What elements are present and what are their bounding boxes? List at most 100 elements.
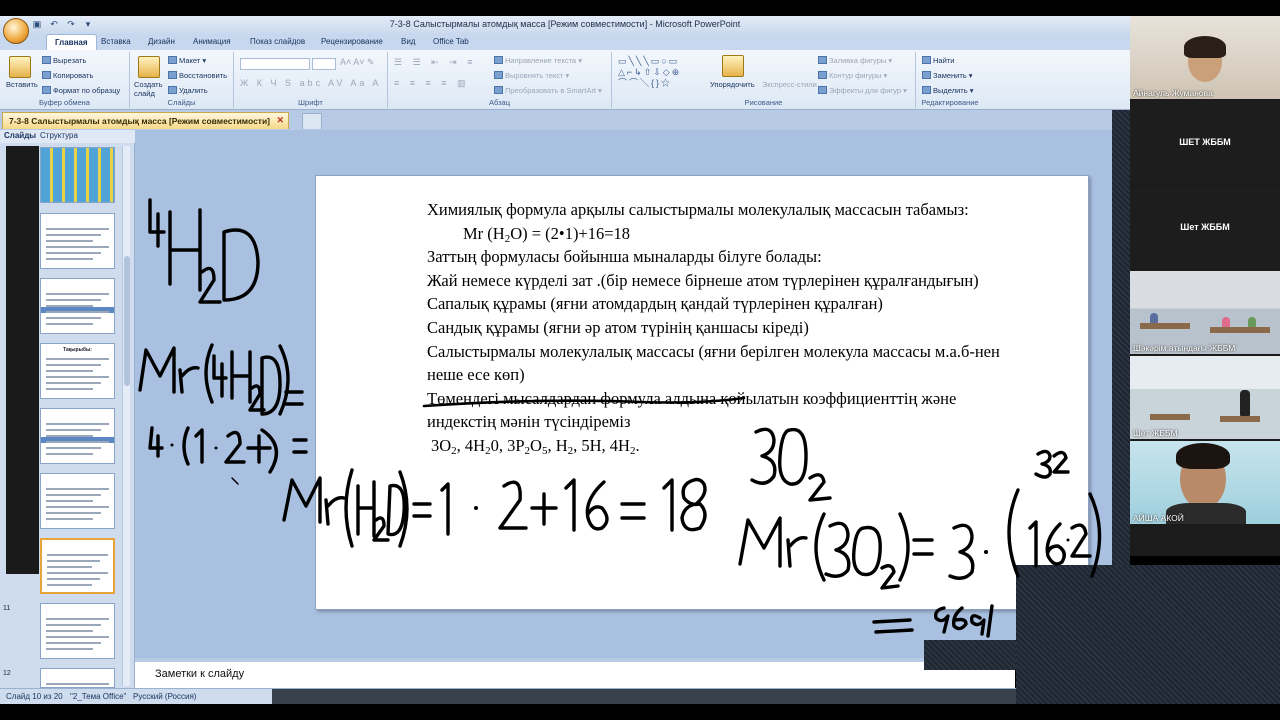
- reset-button[interactable]: Восстановить: [168, 71, 227, 80]
- slide-thumbnail[interactable]: [40, 603, 115, 659]
- example-formula: 4H: [609, 435, 630, 455]
- thumbnail-text-line: [46, 441, 109, 443]
- tab-insert[interactable]: Вставка: [101, 37, 131, 46]
- desk: [1140, 323, 1190, 329]
- new-tab-button[interactable]: [302, 113, 322, 129]
- select-label: Выделить: [933, 86, 968, 95]
- select-button[interactable]: Выделить ▾: [922, 86, 973, 95]
- slide-thumbnail[interactable]: [40, 213, 115, 269]
- copy-button[interactable]: Копировать: [42, 71, 93, 80]
- tab-office-tab[interactable]: Office Tab: [433, 37, 469, 46]
- thumbnail-text-line: [47, 554, 108, 556]
- example-formula: 4H: [464, 435, 486, 455]
- slide-thumbnail[interactable]: [40, 278, 115, 334]
- thumbnail-text-line: [46, 642, 101, 644]
- delete-button[interactable]: Удалить: [168, 86, 208, 95]
- align-text-button[interactable]: Выровнять текст ▾: [494, 71, 569, 80]
- tab-slideshow[interactable]: Показ слайдов: [250, 37, 305, 46]
- slide-examples: 3O2, 4H20, 3P2O5, H2, 5H, 4H2.: [427, 434, 1077, 458]
- tab-outline[interactable]: Структура: [40, 131, 78, 140]
- example-formula: O: [530, 435, 542, 455]
- list-buttons[interactable]: ☰ ☰ ⇤ ⇥ ≡: [394, 57, 476, 68]
- shape-outline-button[interactable]: Контур фигуры ▾: [818, 71, 887, 80]
- paste-icon[interactable]: [9, 56, 31, 78]
- slide-thumbnail[interactable]: [40, 147, 115, 203]
- close-icon[interactable]: ✕: [276, 115, 284, 126]
- font-size-combo[interactable]: [312, 58, 336, 70]
- shape-fill-button[interactable]: Заливка фигуры ▾: [818, 56, 892, 65]
- thumbnail-text-line: [47, 572, 108, 574]
- tab-animation[interactable]: Анимация: [193, 37, 231, 46]
- office-button[interactable]: [3, 18, 29, 44]
- notes-placeholder: Заметки к слайду: [155, 668, 245, 680]
- panel-scrollbar[interactable]: [122, 146, 130, 686]
- participant-tile-3[interactable]: Шет ЖББМ: [1130, 186, 1280, 269]
- arrange-button[interactable]: Упорядочить: [710, 80, 755, 89]
- document-tab[interactable]: 7-3-8 Салыстырмалы атомдық масса [Режим …: [2, 112, 290, 129]
- replace-label: Заменить: [933, 71, 967, 80]
- format-painter-button[interactable]: Формат по образцу: [42, 86, 120, 95]
- student: [1248, 317, 1256, 327]
- drawing-group-label: Рисование: [744, 98, 783, 107]
- paste-button[interactable]: Вставить: [6, 80, 38, 89]
- new-slide-icon[interactable]: [138, 56, 160, 78]
- scrollbar-thumb[interactable]: [124, 256, 130, 386]
- tab-home[interactable]: Главная: [46, 34, 97, 50]
- participant-tile-6[interactable]: АЙША АКОЙ: [1130, 441, 1280, 524]
- arrange-icon[interactable]: [722, 55, 744, 77]
- slide-thumbnail[interactable]: [40, 538, 115, 594]
- thumbnail-text-line: [46, 447, 101, 449]
- notes-pane[interactable]: Заметки к слайду: [135, 658, 1015, 688]
- layout-button[interactable]: Макет ▾: [168, 56, 206, 65]
- slides-group-label: Слайды: [167, 98, 196, 107]
- slide-thumbnail[interactable]: [40, 668, 115, 688]
- shape-effects-label: Эффекты для фигур: [829, 86, 902, 95]
- thumbnail-text-line: [46, 258, 93, 260]
- slide-thumbnail[interactable]: Тақырыбы:: [40, 343, 115, 399]
- find-button[interactable]: Найти: [922, 56, 954, 65]
- status-language[interactable]: Русский (Россия): [133, 692, 196, 701]
- layout-icon: [168, 56, 177, 64]
- status-slide-counter: Слайд 10 из 20: [6, 692, 63, 701]
- thumbnail-text-line: [46, 435, 93, 437]
- thumbnail-text-line: [46, 246, 109, 248]
- tab-view[interactable]: Вид: [401, 37, 415, 46]
- text-direction-button[interactable]: Направление текста ▾: [494, 56, 582, 65]
- slide-thumbnail[interactable]: [40, 473, 115, 529]
- copy-label: Копировать: [53, 71, 94, 80]
- font-size-buttons[interactable]: A˄ A˅ ✎: [340, 57, 375, 68]
- group-paragraph: ☰ ☰ ⇤ ⇥ ≡ ≡ ≡ ≡ ≡ ▥ Направление текста ▾…: [388, 52, 612, 108]
- align-buttons[interactable]: ≡ ≡ ≡ ≡ ▥: [394, 78, 470, 89]
- cut-button[interactable]: Вырезать: [42, 56, 86, 65]
- quick-styles-button[interactable]: Экспресс-стили: [762, 80, 817, 89]
- fill-icon: [818, 56, 827, 64]
- align-text-icon: [494, 71, 503, 79]
- video-overlay: [6, 146, 39, 574]
- participant-tile-4[interactable]: Шәкәрім атындағы ЖББМ: [1130, 271, 1280, 354]
- tab-design[interactable]: Дизайн: [148, 37, 175, 46]
- shape-effects-button[interactable]: Эффекты для фигур ▾: [818, 86, 907, 95]
- tab-review[interactable]: Рецензирование: [321, 37, 383, 46]
- font-style-buttons[interactable]: Ж К Ч S abc AV Aa A: [240, 78, 381, 88]
- slide-line-6: Сандық құрамы (яғни әр атом түрінің қанш…: [427, 317, 809, 337]
- replace-button[interactable]: Заменить ▾: [922, 71, 973, 80]
- copy-icon: [42, 71, 51, 79]
- title-bar: ▣ ↶ ↷ ▾ 7-3-8 Салыстырмалы атомдық масса…: [0, 16, 1130, 34]
- new-slide-button[interactable]: Создать слайд: [134, 80, 168, 98]
- thumbnail-text-line: [46, 630, 93, 632]
- ribbon: Вставить Вырезать Копировать Формат по о…: [0, 50, 1130, 110]
- participant-tile-1[interactable]: Айнагуль Жуманова: [1130, 16, 1280, 99]
- thumbnail-text-line: [46, 299, 101, 301]
- participant-name: ШЕТ ЖББМ: [1179, 137, 1231, 147]
- participant-tile-5[interactable]: Шет ЖББМ: [1130, 356, 1280, 439]
- smartart-button[interactable]: Преобразовать в SmartArt ▾: [494, 86, 602, 95]
- tab-slides[interactable]: Слайды: [4, 131, 36, 140]
- participant-tile-2[interactable]: ШЕТ ЖББМ: [1130, 101, 1280, 184]
- shapes-gallery[interactable]: ▭╲╲╲▭○▭ △⌐↳⇧⇩◇⊕ ⌒⌒╲{}☆: [618, 56, 681, 89]
- thumbnail-number: 12: [3, 670, 11, 677]
- thumbnail-text-line: [46, 500, 93, 502]
- shape-fill-label: Заливка фигуры: [829, 56, 887, 65]
- font-family-combo[interactable]: [240, 58, 310, 70]
- slide-line-3: Заттың формуласы бойынша мыналарды білуг…: [427, 247, 822, 267]
- slide-thumbnail[interactable]: [40, 408, 115, 464]
